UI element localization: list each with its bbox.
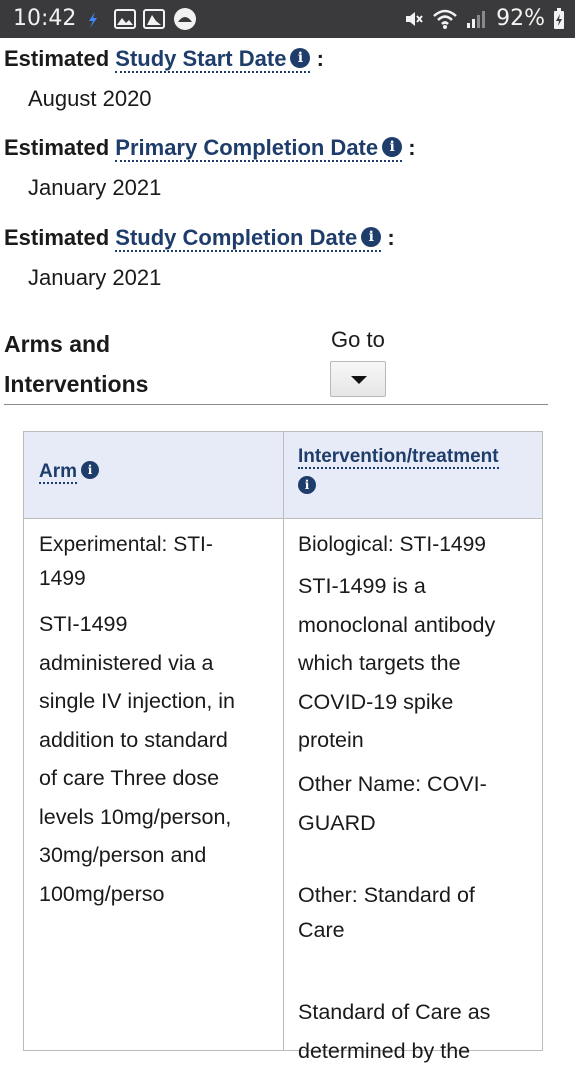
arm-cell-type: Experimental: STI- 1499	[39, 528, 269, 596]
gallery-notification-icon	[114, 9, 136, 29]
item-2-title-line: Other: Standard of	[298, 878, 538, 913]
intervention-desc-line: COVID-19 spike	[298, 683, 538, 722]
status-right-group: 92%	[404, 6, 565, 31]
arm-desc-line: administered via a	[39, 644, 279, 683]
column-divider	[283, 432, 284, 1050]
other-name-line: Other Name: COVI-	[298, 765, 538, 804]
arm-desc-line: 100mg/perso	[39, 875, 279, 914]
term-text: Study Completion Date	[115, 225, 357, 250]
label-colon: :	[387, 225, 394, 250]
info-icon[interactable]: i	[382, 137, 402, 157]
study-completion-date-value: January 2021	[28, 265, 161, 291]
estimated-prefix: Estimated	[4, 46, 109, 71]
status-bar: 10:42 92%	[0, 0, 575, 38]
triangle-down-icon	[351, 376, 367, 384]
wifi-icon	[432, 8, 458, 30]
arms-interventions-heading: Arms and Interventions	[4, 324, 148, 404]
intervention-desc-line: STI-1499 is a	[298, 567, 538, 606]
term-text: Primary Completion Date	[115, 135, 378, 160]
study-start-date-label: Estimated Study Start Datei :	[4, 46, 324, 72]
battery-charging-icon	[553, 8, 565, 30]
intervention-desc-line: which targets the	[298, 644, 538, 683]
info-icon[interactable]: i	[290, 48, 310, 68]
mute-icon	[404, 9, 424, 29]
arm-cell-description: STI-1499 administered via a single IV in…	[39, 605, 279, 913]
signal-icon	[466, 9, 488, 29]
arm-column-header[interactable]: Armi	[39, 461, 99, 483]
arm-desc-line: single IV injection, in	[39, 682, 279, 721]
arm-desc-line: STI-1499	[39, 605, 279, 644]
arm-desc-line: levels 10mg/person,	[39, 798, 279, 837]
primary-completion-date-label: Estimated Primary Completion Datei :	[4, 135, 416, 161]
arms-table: Armi Intervention/treatment i Experiment…	[23, 431, 543, 1051]
item-2-title-line: Care	[298, 913, 538, 948]
primary-completion-date-term-link[interactable]: Primary Completion Datei	[115, 135, 402, 162]
goto-label: Go to	[331, 327, 385, 353]
intervention-desc-line: determined by the	[298, 1032, 538, 1070]
heading-line-1: Arms and	[4, 324, 148, 364]
estimated-prefix: Estimated	[4, 135, 109, 160]
label-colon: :	[408, 135, 415, 160]
intervention-item-1-title: Biological: STI-1499	[298, 528, 538, 562]
app-notification-icon	[173, 7, 197, 31]
primary-completion-date-value: January 2021	[28, 175, 161, 201]
info-icon[interactable]: i	[81, 461, 99, 479]
arm-header-text: Arm	[39, 461, 77, 484]
arm-type-line: Experimental: STI-	[39, 528, 269, 562]
screenshot-notification-icon	[143, 9, 165, 29]
intervention-item-2-title: Other: Standard of Care	[298, 878, 538, 948]
intervention-item-1-other-name: Other Name: COVI- GUARD	[298, 765, 538, 842]
intervention-item-2-description: Standard of Care as determined by the	[298, 993, 538, 1070]
intervention-header-text: Intervention/treatment	[298, 446, 499, 469]
section-divider	[4, 404, 548, 405]
info-icon[interactable]: i	[361, 227, 381, 247]
term-text: Study Start Date	[115, 46, 286, 71]
intervention-desc-line: Standard of Care as	[298, 993, 538, 1032]
arm-type-line: 1499	[39, 562, 269, 596]
arm-desc-line: of care Three dose	[39, 759, 279, 798]
status-time: 10:42	[13, 6, 76, 31]
heading-line-2: Interventions	[4, 364, 148, 404]
messenger-notification-icon	[86, 11, 100, 29]
study-start-date-term-link[interactable]: Study Start Datei	[115, 46, 310, 73]
arm-desc-line: 30mg/person and	[39, 836, 279, 875]
intervention-desc-line: protein	[298, 721, 538, 760]
intervention-desc-line: monoclonal antibody	[298, 606, 538, 645]
estimated-prefix: Estimated	[4, 225, 109, 250]
intervention-item-1-description: STI-1499 is a monoclonal antibody which …	[298, 567, 538, 760]
info-icon[interactable]: i	[298, 476, 316, 494]
battery-percent: 92%	[496, 6, 545, 31]
other-name-line: GUARD	[298, 804, 538, 843]
study-completion-date-term-link[interactable]: Study Completion Datei	[115, 225, 381, 252]
study-completion-date-label: Estimated Study Completion Datei :	[4, 225, 395, 251]
goto-dropdown-button[interactable]	[330, 361, 386, 397]
label-colon: :	[317, 46, 324, 71]
arm-desc-line: addition to standard	[39, 721, 279, 760]
study-start-date-value: August 2020	[28, 86, 152, 112]
intervention-column-header[interactable]: Intervention/treatment i	[298, 446, 499, 498]
